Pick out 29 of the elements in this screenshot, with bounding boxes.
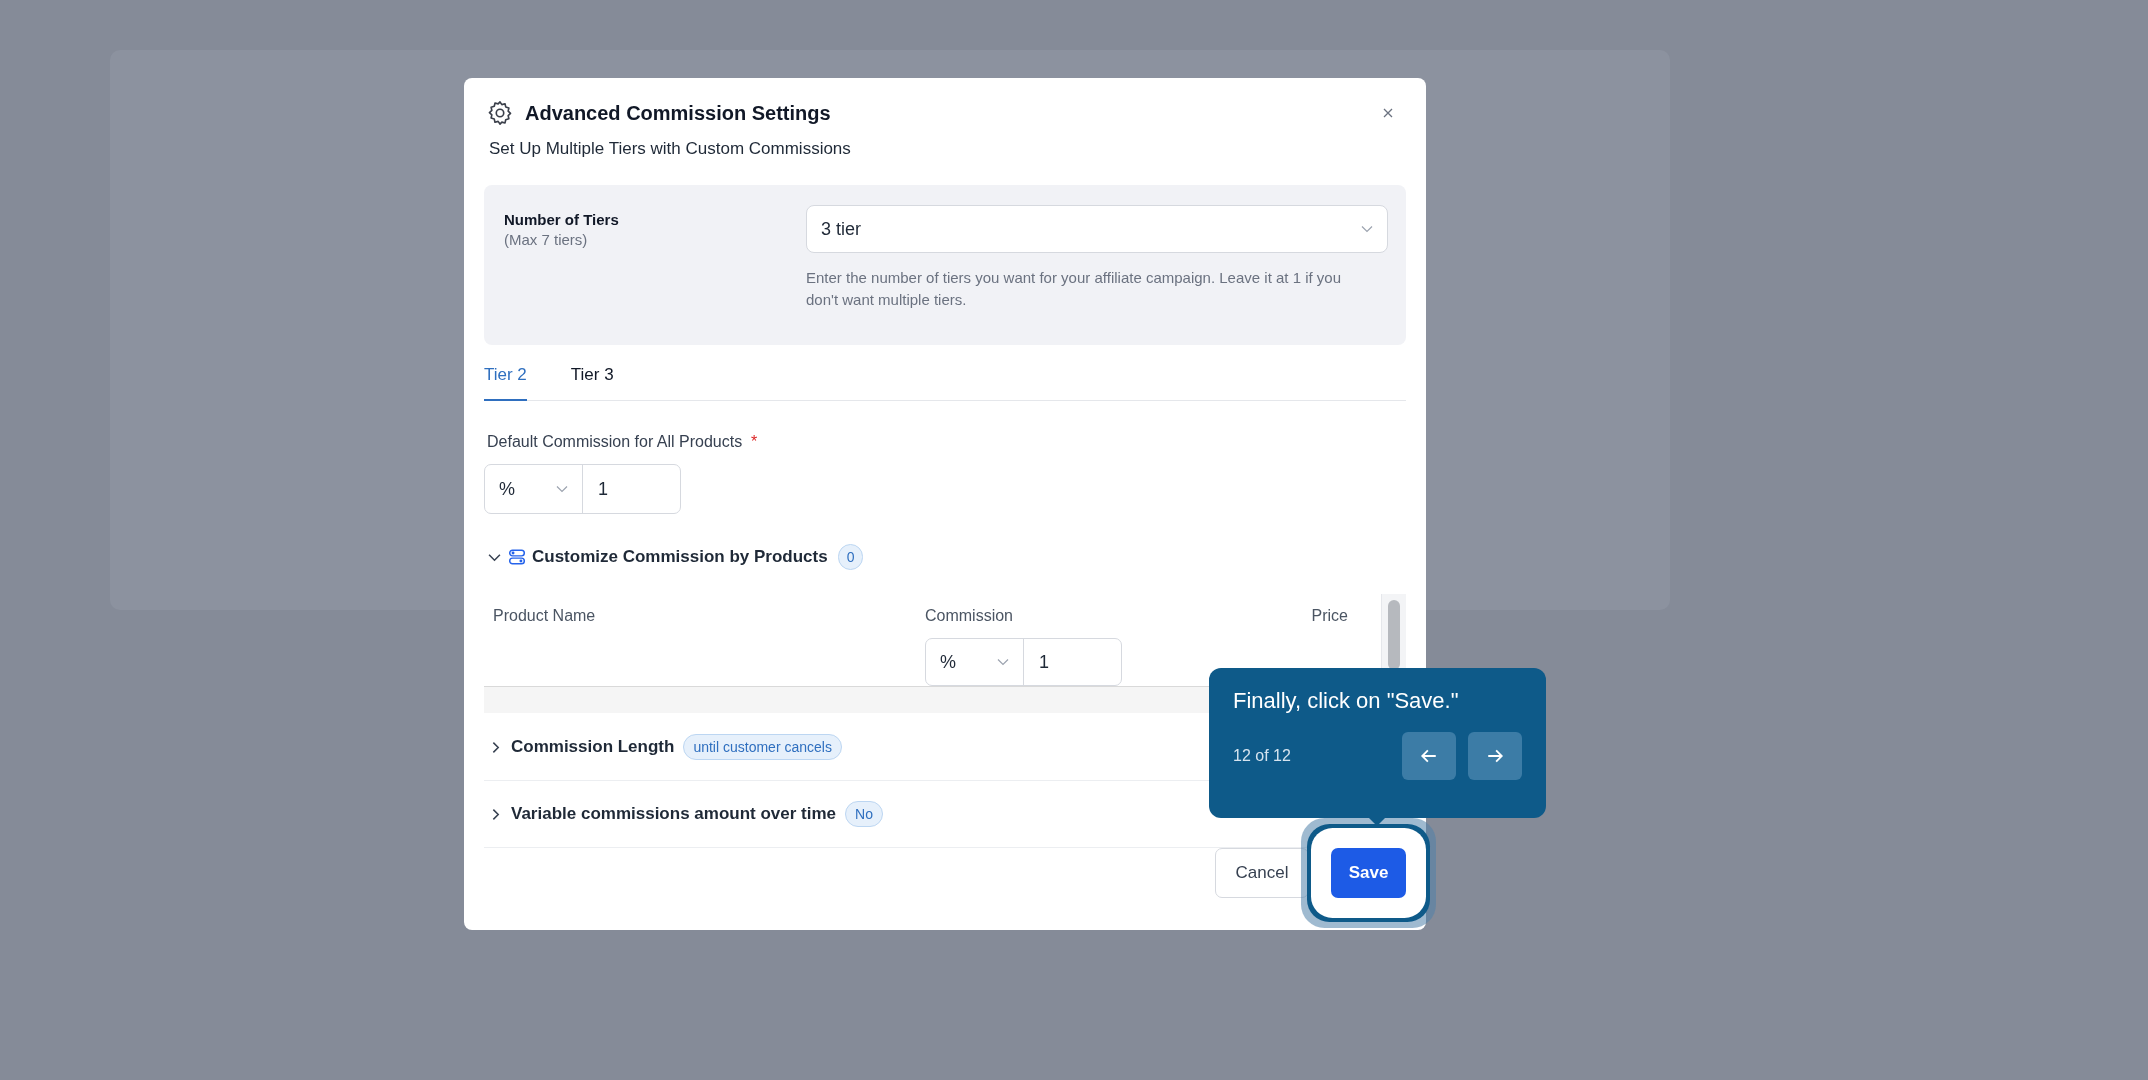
column-header: Commission bbox=[925, 607, 1014, 625]
status-badge: until customer cancels bbox=[683, 734, 842, 760]
section-title: Customize Commission by Products bbox=[532, 547, 828, 567]
section-title: Commission Length bbox=[511, 737, 675, 757]
status-badge: No bbox=[845, 801, 883, 827]
dialog-title: Advanced Commission Settings bbox=[525, 101, 831, 125]
step-counter: 12 of 12 bbox=[1233, 747, 1291, 765]
tier-tab[interactable]: Tier 2 bbox=[484, 359, 527, 401]
tier-tab[interactable]: Tier 3 bbox=[570, 359, 614, 401]
field-label: Default Commission for All Products * bbox=[487, 433, 759, 451]
arrow-right-icon bbox=[1486, 747, 1504, 765]
column-header: Product Name bbox=[493, 607, 597, 625]
arrow-left-icon bbox=[1420, 747, 1438, 765]
next-button[interactable] bbox=[1468, 732, 1522, 780]
close-icon[interactable] bbox=[1382, 107, 1394, 119]
field-label: Number of Tiers bbox=[504, 211, 620, 228]
section-title: Variable commissions amount over time bbox=[511, 804, 836, 824]
dialog-subtitle: Set Up Multiple Tiers with Custom Commissions bbox=[489, 139, 852, 159]
previous-button[interactable] bbox=[1402, 732, 1456, 780]
settings-icon bbox=[486, 99, 514, 127]
column-header: Price bbox=[1311, 607, 1348, 625]
tiers-dropdown[interactable]: 3 tier bbox=[806, 205, 1388, 253]
cancel-button[interactable]: Cancel bbox=[1215, 848, 1309, 898]
count-badge: 0 bbox=[837, 544, 864, 570]
tooltip-text: Finally, click on "Save." bbox=[1233, 688, 1460, 714]
toggles-icon bbox=[508, 548, 526, 566]
field-hint: (Max 7 tiers) bbox=[504, 231, 589, 248]
help-text: Enter the number of tiers you want for your affiliate campaign. Leave it at 1 if you don't want multiple tiers. bbox=[806, 268, 1342, 310]
chevron-down-icon bbox=[1361, 225, 1373, 233]
